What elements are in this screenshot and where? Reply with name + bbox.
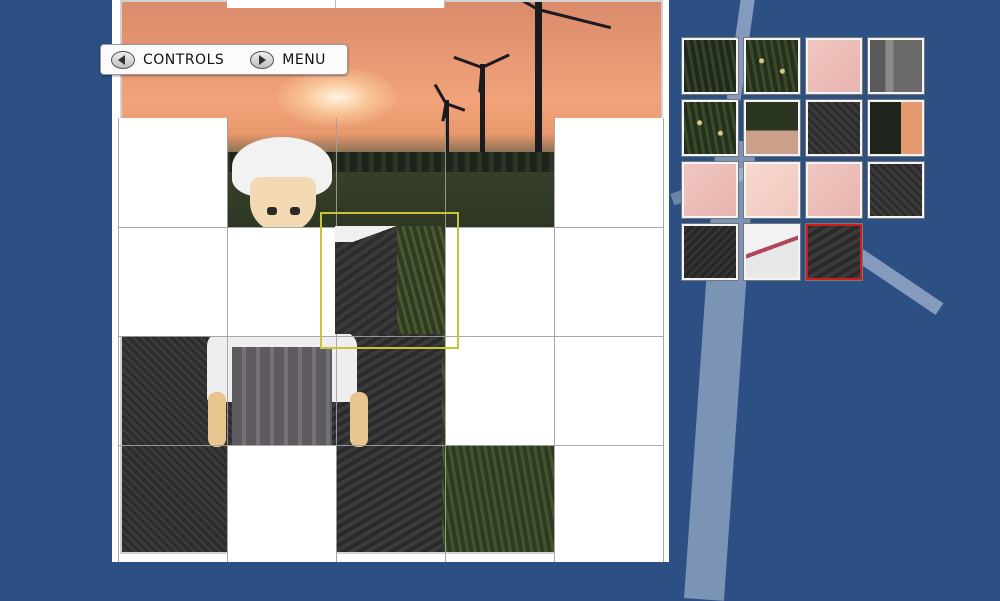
sun-glow	[277, 67, 397, 127]
tray-piece[interactable]	[744, 100, 800, 156]
tray-piece[interactable]	[806, 162, 862, 218]
tray-piece[interactable]	[682, 162, 738, 218]
avatar-hand	[208, 392, 226, 447]
empty-board-slot[interactable]	[227, 0, 336, 8]
tray-piece[interactable]	[682, 100, 738, 156]
tray-piece[interactable]	[682, 38, 738, 94]
empty-board-slot[interactable]	[554, 336, 663, 445]
empty-board-slot[interactable]	[554, 227, 663, 336]
grid-line-vertical	[227, 118, 228, 562]
avatar-eye	[267, 207, 277, 215]
tile-selector-cursor[interactable]	[320, 212, 459, 349]
tray-piece[interactable]	[744, 162, 800, 218]
piece-tray	[680, 36, 928, 282]
controls-button[interactable]: CONTROLS	[101, 50, 225, 69]
empty-board-slot[interactable]	[445, 227, 554, 336]
controls-bar: CONTROLS MENU	[100, 44, 348, 75]
empty-board-slot[interactable]	[227, 445, 336, 562]
empty-board-slot[interactable]	[554, 445, 663, 562]
grid-line-vertical	[554, 118, 555, 562]
grid-line-vertical	[118, 118, 119, 562]
tray-piece[interactable]	[868, 100, 924, 156]
right-arrow-button-icon[interactable]	[250, 50, 275, 69]
tray-piece[interactable]	[744, 38, 800, 94]
grid-line-horizontal	[118, 445, 663, 446]
grid-line-vertical	[663, 118, 664, 562]
left-arrow-button-icon[interactable]	[111, 50, 135, 69]
empty-board-slot[interactable]	[118, 118, 227, 227]
empty-board-slot[interactable]	[554, 118, 663, 227]
tray-piece[interactable]	[744, 224, 800, 280]
empty-board-slot[interactable]	[336, 0, 445, 8]
avatar-face	[250, 177, 316, 232]
controls-label: CONTROLS	[143, 51, 225, 68]
tray-piece[interactable]	[868, 38, 924, 94]
avatar-hand	[350, 392, 368, 447]
empty-board-slot[interactable]	[118, 227, 227, 336]
tray-piece[interactable]	[682, 224, 738, 280]
tray-piece[interactable]	[806, 38, 862, 94]
avatar-eye	[290, 207, 300, 215]
avatar-pants	[232, 347, 332, 452]
tray-piece[interactable]	[806, 100, 862, 156]
menu-button[interactable]: MENU	[240, 50, 326, 69]
menu-label: MENU	[282, 51, 326, 68]
tray-piece[interactable]	[868, 162, 924, 218]
empty-board-slot[interactable]	[445, 336, 554, 445]
tray-piece-selected[interactable]	[806, 224, 862, 280]
